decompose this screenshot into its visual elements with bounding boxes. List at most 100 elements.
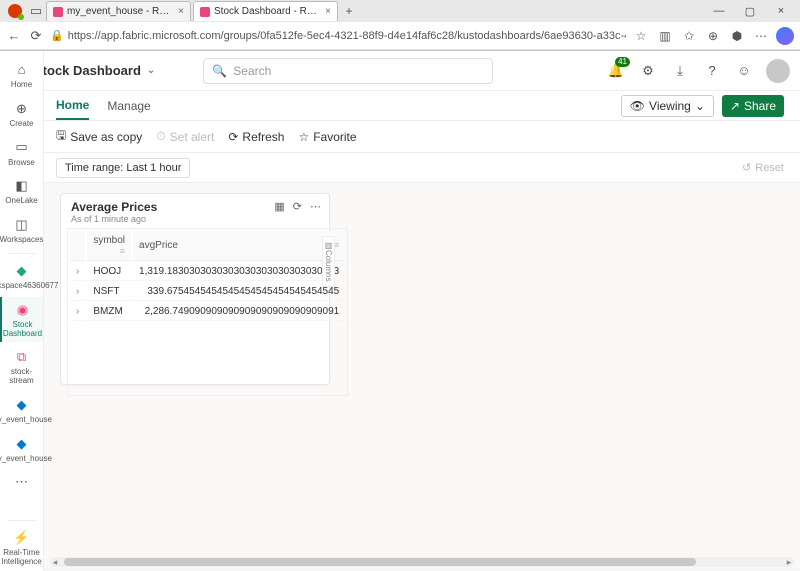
favicon-icon — [53, 7, 63, 17]
notifications-icon[interactable]: 🔔41 — [606, 61, 626, 81]
rail-stock-stream[interactable]: ⧉stock-stream — [0, 344, 43, 390]
rail-home[interactable]: ⌂Home — [0, 57, 43, 94]
window-minimize-icon[interactable]: — — [704, 2, 734, 20]
folder-icon: ▭ — [13, 139, 31, 157]
window-close-icon[interactable]: × — [766, 2, 796, 20]
tile-title: Average Prices — [71, 200, 274, 214]
tile-table: symbol≡ avgPrice≡ ›HOOJ1,319.18303030303… — [67, 228, 348, 396]
chevron-down-icon: ⌄ — [147, 65, 155, 76]
home-icon: ⌂ — [13, 61, 31, 79]
tile-average-prices: Average Prices As of 1 minute ago ▦ ⟳ ⋯ … — [60, 193, 330, 385]
download-icon[interactable]: ⤓ — [670, 61, 690, 81]
scroll-left-icon[interactable]: ◂ — [50, 557, 60, 568]
save-as-copy-button[interactable]: 🖫Save as copy — [56, 126, 142, 147]
rail-browse[interactable]: ▭Browse — [0, 135, 43, 172]
col-symbol[interactable]: symbol≡ — [87, 231, 131, 261]
browser-tab-1[interactable]: Stock Dashboard - Real-Time Inte × — [193, 1, 338, 21]
tile-refresh-icon[interactable]: ⟳ — [293, 200, 302, 213]
set-alert-button: ⏱Set alert — [156, 129, 214, 144]
workspace-icon: ◆ — [13, 262, 31, 280]
lock-icon: 🔒 — [50, 29, 64, 42]
app-header: Stock Dashboard ⌄ 🔍 Search 🔔41 ⚙ ⤓ ? ☺ — [0, 51, 800, 91]
expand-icon[interactable]: › — [70, 303, 85, 321]
refresh-button[interactable]: ⟳Refresh — [228, 130, 284, 144]
new-tab-button[interactable]: + — [340, 4, 358, 18]
time-range-chip[interactable]: Time range: Last 1 hour — [56, 158, 190, 178]
browser-tab-0[interactable]: my_event_house - Real-Time Inte × — [46, 1, 191, 21]
stream-icon: ⧉ — [13, 348, 31, 366]
url-text: https://app.fabric.microsoft.com/groups/… — [68, 30, 626, 42]
browser-profile-icon[interactable] — [8, 4, 22, 18]
settings-icon[interactable]: ⚙ — [638, 61, 658, 81]
eventhouse-icon: ◆ — [13, 435, 31, 453]
reset-button[interactable]: ↺Reset — [742, 161, 784, 174]
content-area: ⌂Home ⊕Create ▭Browse ◧OneLake ◫Workspac… — [0, 183, 800, 569]
tab-close-icon[interactable]: × — [325, 6, 331, 17]
expand-icon[interactable]: › — [70, 283, 85, 301]
rail-stock-dashboard[interactable]: ◉Stock Dashboard — [0, 297, 43, 343]
eventhouse-icon: ◆ — [13, 396, 31, 414]
eye-icon: 👁 — [630, 99, 645, 113]
rail-create[interactable]: ⊕Create — [0, 96, 43, 133]
help-icon[interactable]: ? — [702, 61, 722, 81]
refresh-icon: ⟳ — [228, 130, 238, 144]
page-tab-bar: Home Manage 👁 Viewing ⌄ ↗ Share — [0, 91, 800, 121]
tab-title: Stock Dashboard - Real-Time Inte — [214, 6, 317, 17]
copilot-icon[interactable] — [776, 27, 794, 45]
dashboard-icon: ◉ — [14, 301, 32, 319]
collections-icon[interactable]: ⊕ — [704, 27, 722, 45]
search-input[interactable]: 🔍 Search — [203, 58, 493, 84]
user-avatar[interactable] — [766, 59, 790, 83]
scroll-right-icon[interactable]: ▸ — [784, 557, 794, 568]
url-field[interactable]: 🔒 https://app.fabric.microsoft.com/group… — [50, 29, 626, 42]
nav-refresh-icon[interactable]: ⟳ — [28, 28, 44, 44]
tile-more-icon[interactable]: ⋯ — [310, 200, 321, 213]
favorites-icon[interactable]: ✩ — [680, 27, 698, 45]
more-icon[interactable]: ⋯ — [752, 27, 770, 45]
tab-manage[interactable]: Manage — [107, 93, 150, 119]
tab-home[interactable]: Home — [56, 92, 89, 120]
rail-workspaces[interactable]: ◫Workspaces — [0, 212, 43, 249]
window-maximize-icon[interactable]: ▢ — [735, 2, 765, 20]
share-button[interactable]: ↗ Share — [722, 95, 784, 117]
alert-icon: ⏱ — [156, 129, 165, 144]
extension-icon[interactable]: ⬢ — [728, 27, 746, 45]
expand-icon[interactable]: › — [70, 263, 85, 281]
workspaces-icon: ◫ — [13, 216, 31, 234]
tile-layout-icon[interactable]: ▦ — [274, 200, 284, 213]
plus-circle-icon: ⊕ — [13, 100, 31, 118]
address-bar: ← ⟳ 🔒 https://app.fabric.microsoft.com/g… — [0, 22, 800, 50]
columns-panel-toggle[interactable]: ▥Columns — [322, 236, 335, 287]
star-icon[interactable]: ☆ — [632, 27, 650, 45]
column-menu-icon[interactable]: ≡ — [120, 246, 125, 256]
favicon-icon — [200, 7, 210, 17]
dashboard-title-dropdown[interactable]: Stock Dashboard ⌄ — [34, 63, 155, 78]
undo-icon: ↺ — [742, 161, 751, 174]
rail-workspace-current[interactable]: ◆workspace46360677 — [0, 258, 43, 295]
rail-eventhouse-2[interactable]: ◆my_event_house — [0, 431, 43, 468]
rail-onelake[interactable]: ◧OneLake — [0, 173, 43, 210]
search-icon: 🔍 — [212, 64, 227, 78]
table-row[interactable]: ›BMZM2,286.74909090909090909090909090909… — [70, 303, 345, 321]
tab-title: my_event_house - Real-Time Inte — [67, 6, 170, 17]
col-avgprice[interactable]: avgPrice≡ — [133, 231, 345, 261]
favorite-button[interactable]: ☆Favorite — [298, 130, 356, 144]
horizontal-scrollbar[interactable]: ◂ ▸ — [50, 557, 794, 567]
tile-subtitle: As of 1 minute ago — [71, 214, 274, 224]
feedback-icon[interactable]: ☺ — [734, 61, 754, 81]
scroll-thumb[interactable] — [64, 558, 696, 566]
table-row[interactable]: ›HOOJ1,319.18303030303030303030303030303… — [70, 263, 345, 281]
rail-eventhouse-1[interactable]: ◆my_event_house — [0, 392, 43, 429]
tab-close-icon[interactable]: × — [178, 6, 184, 17]
viewing-mode-button[interactable]: 👁 Viewing ⌄ — [621, 95, 714, 117]
rail-realtime[interactable]: ⚡Real-Time Intelligence — [0, 525, 43, 571]
nav-back-icon[interactable]: ← — [6, 28, 22, 43]
table-row[interactable]: ›NSFT339.6754545454545454545454545454545 — [70, 283, 345, 301]
tab-overview-icon[interactable]: ▭ — [28, 3, 44, 19]
star-icon: ☆ — [298, 130, 309, 144]
more-icon: ⋯ — [13, 474, 31, 492]
window-split-icon[interactable]: ▥ — [656, 27, 674, 45]
share-icon: ↗ — [730, 99, 740, 113]
rail-more[interactable]: ⋯ — [0, 470, 43, 496]
columns-icon: ▥ — [324, 241, 333, 250]
